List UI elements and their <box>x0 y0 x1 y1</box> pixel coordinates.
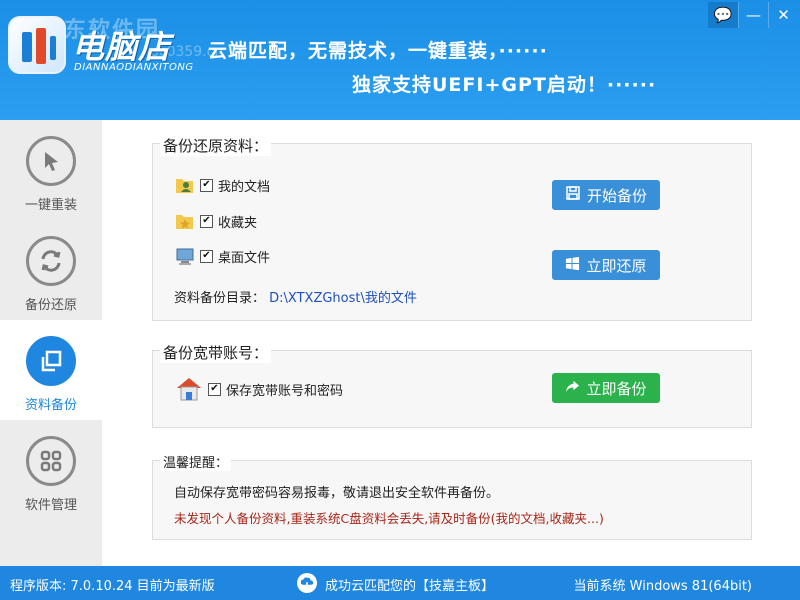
backup-restore-title: 备份还原资料： <box>160 135 272 156</box>
refresh-icon <box>26 236 76 286</box>
tip-line-2: 未发现个人备份资料,重装系统C盘资料会丢失,请及时备份(我的文档,收藏夹...) <box>174 511 604 526</box>
start-backup-label: 开始备份 <box>586 186 647 205</box>
my-documents-row: ✔ 我的文档 <box>174 174 270 196</box>
grid-icon <box>26 436 76 486</box>
slogan-line-1: 云端匹配，无需技术，一键重装，······ <box>208 40 548 62</box>
backup-directory-row: 资料备份目录： D:\XTXZGhost\我的文件 <box>174 287 417 306</box>
sidebar: 一键重装 备份还原 资料备份 软件管理 <box>0 120 102 566</box>
sidebar-item-backup-restore[interactable]: 备份还原 <box>0 220 102 320</box>
sidebar-item-label: 一键重装 <box>24 198 77 213</box>
backup-directory-label: 资料备份目录： <box>174 291 266 306</box>
tips-title: 温馨提醒： <box>160 452 232 471</box>
sidebar-item-reinstall[interactable]: 一键重装 <box>0 120 102 220</box>
my-documents-label: 我的文档 <box>218 179 271 195</box>
favorites-row: ✔ 收藏夹 <box>174 210 257 232</box>
sidebar-item-label: 软件管理 <box>24 498 77 513</box>
header-banner: 河东软件园 pc0359.cn 电脑店 DIANNAODIANXITONG 云端… <box>0 0 800 120</box>
sidebar-item-software[interactable]: 软件管理 <box>0 420 102 520</box>
main-content: 备份还原资料： ✔ 我的文档 ✔ 收藏夹 ✔ 桌面文件 开始备份 立即还原 资料… <box>102 120 800 566</box>
desktop-files-checkbox[interactable]: ✔ <box>200 249 213 263</box>
broadband-checkbox[interactable]: ✔ <box>208 382 221 396</box>
desktop-files-row: ✔ 桌面文件 <box>174 245 270 267</box>
minimize-button[interactable]: — <box>738 2 768 28</box>
slogan-line-2: 独家支持UEFI+GPT启动！······ <box>352 74 657 96</box>
broadband-title: 备份宽带账号： <box>160 342 272 363</box>
copy-icon <box>26 336 76 386</box>
backup-now-button[interactable]: 立即备份 <box>552 373 660 403</box>
start-backup-button[interactable]: 开始备份 <box>552 180 660 210</box>
favorites-checkbox[interactable]: ✔ <box>200 214 213 228</box>
version-text: 程序版本: 7.0.10.24 目前为最新版 <box>10 579 215 594</box>
desktop-computer-icon <box>174 245 196 267</box>
favorites-label: 收藏夹 <box>218 215 258 231</box>
window-controls: 💬 — ✕ <box>708 2 798 28</box>
cursor-icon <box>26 136 76 186</box>
feedback-icon[interactable]: 💬 <box>708 2 738 28</box>
windows-icon <box>565 256 580 275</box>
save-icon <box>565 185 581 205</box>
status-bar: 程序版本: 7.0.10.24 目前为最新版 成功云匹配您的【技嘉主板】 当前系… <box>0 566 800 600</box>
backup-now-label: 立即备份 <box>586 379 647 398</box>
cloud-download-icon <box>297 573 317 593</box>
restore-now-button[interactable]: 立即还原 <box>552 250 660 280</box>
restore-now-label: 立即还原 <box>586 256 647 275</box>
broadband-label: 保存宽带账号和密码 <box>226 383 344 399</box>
sidebar-item-label: 备份还原 <box>24 298 77 313</box>
close-button[interactable]: ✕ <box>768 2 798 28</box>
home-network-icon <box>174 374 204 404</box>
match-message: 成功云匹配您的【技嘉主板】 <box>325 579 495 594</box>
app-subtitle: DIANNAODIANXITONG <box>74 62 194 73</box>
my-documents-checkbox[interactable]: ✔ <box>200 178 213 192</box>
system-info: 当前系统 Windows 81(64bit) <box>573 579 752 594</box>
share-arrow-icon <box>565 379 580 398</box>
app-logo-icon <box>8 16 66 74</box>
sidebar-item-data-backup[interactable]: 资料备份 <box>0 320 102 420</box>
backup-directory-path[interactable]: D:\XTXZGhost\我的文件 <box>269 291 417 306</box>
desktop-files-label: 桌面文件 <box>218 250 271 266</box>
broadband-row: ✔ 保存宽带账号和密码 <box>174 374 343 404</box>
folder-user-icon <box>174 174 196 196</box>
tip-line-1: 自动保存宽带密码容易报毒，敬请退出安全软件再备份。 <box>174 486 500 501</box>
sidebar-item-label: 资料备份 <box>24 398 77 413</box>
folder-star-icon <box>174 210 196 232</box>
